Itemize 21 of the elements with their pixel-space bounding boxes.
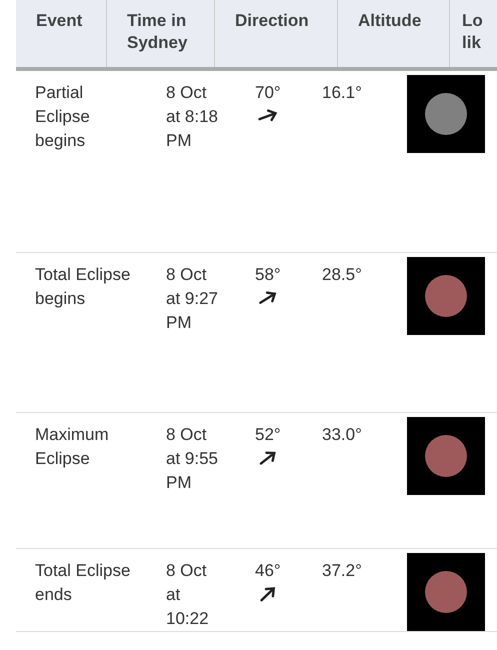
column-header: Altitude xyxy=(338,0,450,67)
event-cell-text: Partial Eclipse begins xyxy=(34,82,91,152)
time-cell-text: 8 Oct at 9:55 PM xyxy=(166,424,219,494)
altitude-cell-text: 33.0° xyxy=(322,424,363,446)
column-header: Lo lik xyxy=(461,10,484,54)
direction-cell-text: 52° xyxy=(255,424,281,446)
direction-cell-text: 70° xyxy=(255,82,281,104)
altitude-cell-text: 28.5° xyxy=(322,264,363,286)
direction-cell-text: 46° xyxy=(255,560,281,582)
time-cell-text: 8 Oct at 9:27 PM xyxy=(166,264,219,334)
altitude-cell-text: 16.1° xyxy=(322,82,363,104)
event-cell-text: Maximum Eclipse xyxy=(34,424,110,470)
column-header: Direction xyxy=(215,0,338,67)
event-cell-text: Total Eclipse begins xyxy=(34,264,132,310)
time-cell-text: 8 Oct at 10:22 xyxy=(166,560,210,630)
direction-cell-text: 58° xyxy=(255,264,281,286)
column-header: Event xyxy=(16,0,107,67)
time-cell-text: 8 Oct at 8:18 PM xyxy=(166,82,219,152)
column-header: Time in Sydney xyxy=(107,0,215,67)
altitude-cell-text: 37.2° xyxy=(322,560,363,582)
event-cell-text: Total Eclipse ends xyxy=(34,560,132,606)
